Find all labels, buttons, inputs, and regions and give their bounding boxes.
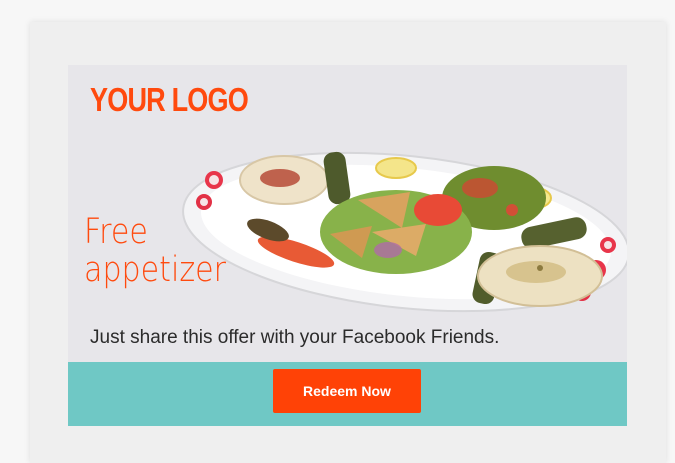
headline-line-free: Free bbox=[84, 212, 148, 252]
brand-logo: YOUR LOGO bbox=[90, 81, 249, 118]
offer-subtext: Just share this offer with your Facebook… bbox=[90, 327, 500, 348]
offer-headline: Free appetizer bbox=[84, 213, 226, 289]
cta-bar: Redeem Now bbox=[68, 362, 627, 426]
appetizer-platter-image bbox=[182, 151, 627, 313]
headline-line-appetizer: appetizer bbox=[84, 250, 227, 290]
redeem-now-button[interactable]: Redeem Now bbox=[273, 369, 421, 413]
offer-card: YOUR LOGO Free appetizer Just share this… bbox=[68, 65, 627, 426]
